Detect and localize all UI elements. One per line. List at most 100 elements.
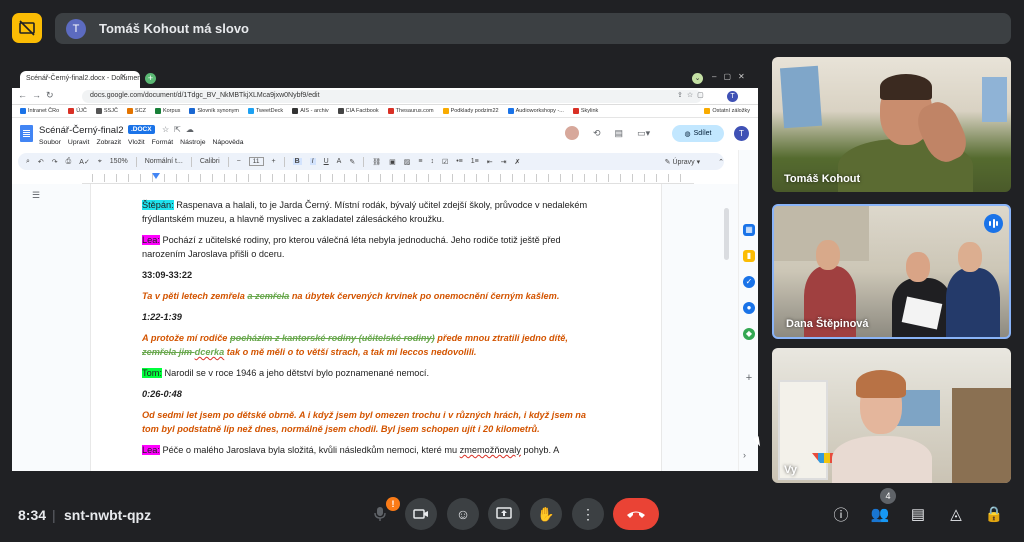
image-icon[interactable]: ▨	[404, 158, 411, 166]
side-panel-toggle-icon[interactable]: ›	[743, 450, 746, 460]
profile-avatar[interactable]: T	[727, 91, 738, 102]
collaborator-avatar[interactable]	[565, 126, 579, 140]
history-icon[interactable]: ⟲	[593, 128, 601, 139]
indent-icon[interactable]: ⇤	[487, 158, 493, 166]
present-screen-button[interactable]	[488, 498, 520, 530]
share-button[interactable]: ◍ Sdílet	[672, 125, 724, 142]
activities-button[interactable]: ◬	[945, 503, 967, 525]
highlight-icon[interactable]: ✎	[349, 158, 355, 166]
outline-icon[interactable]: ☰	[32, 190, 40, 201]
comment-icon[interactable]: ▣	[389, 158, 396, 166]
print-icon[interactable]: ⎙	[66, 158, 72, 166]
bookmark-item[interactable]: Intranet ČRo	[20, 108, 59, 114]
self-view-tile[interactable]: Vy	[772, 348, 1011, 483]
zoom-select[interactable]: 150%	[110, 158, 128, 165]
menu-napoveda[interactable]: Nápověda	[212, 139, 243, 146]
bookmark-item[interactable]: Skylink	[572, 108, 598, 114]
address-bar[interactable]: docs.google.com/document/d/1Tdgc_BV_NkMB…	[82, 90, 702, 103]
comments-icon[interactable]: ▤	[615, 128, 624, 139]
bookmark-item[interactable]: CIA Factbook	[337, 108, 379, 114]
bookmark-item[interactable]: SCZ	[126, 108, 146, 114]
nav-back-forward-reload-icon[interactable]: ←→↻	[18, 90, 59, 101]
meet-camera-icon[interactable]: ▭▾	[637, 128, 650, 139]
bold-icon[interactable]: B	[292, 158, 302, 165]
clear-format-icon[interactable]: ✗	[515, 158, 521, 166]
checklist-icon[interactable]: ☑	[442, 158, 448, 166]
chat-button[interactable]: ▤	[907, 503, 929, 525]
bookmark-item[interactable]: AIS - archiv	[292, 108, 329, 114]
line-spacing-icon[interactable]: ↕	[430, 158, 434, 165]
menu-nastroje[interactable]: Nástroje	[180, 139, 205, 146]
font-size-input[interactable]: 11	[248, 157, 264, 166]
reactions-button[interactable]: ☺	[447, 498, 479, 530]
menu-soubor[interactable]: Soubor	[39, 139, 61, 146]
docs-header: Scénář-Černý-final2 .DOCX ☆⇱☁ Soubor Upr…	[12, 118, 758, 150]
speaker-label: Lea:	[142, 445, 160, 455]
menu-vlozit[interactable]: Vložit	[128, 139, 145, 146]
italic-icon[interactable]: I	[309, 158, 316, 165]
contacts-icon[interactable]: ●	[743, 302, 755, 314]
keep-icon[interactable]: ▮	[743, 250, 755, 262]
star-move-cloud-icon[interactable]: ☆⇱☁	[162, 125, 199, 134]
document-scrollbar[interactable]	[724, 208, 729, 260]
editing-mode-select[interactable]: ✎ Úpravy ▾	[665, 158, 700, 166]
bullets-icon[interactable]: •≡	[456, 158, 463, 165]
bookmark-item[interactable]: Podklady podzim22	[442, 108, 499, 114]
document-text[interactable]: Štěpán: Raspenava a halali, to je Jarda …	[142, 198, 590, 464]
stop-presenting-button[interactable]	[12, 13, 42, 43]
mic-warning-badge[interactable]: !	[386, 497, 400, 511]
participant-face	[816, 240, 840, 270]
tab-close-icon[interactable]: ✕	[120, 72, 127, 81]
ruler[interactable]	[82, 174, 694, 184]
collapse-toolbar-icon[interactable]: ⌃	[718, 158, 724, 166]
paint-format-icon[interactable]: ⌖	[98, 158, 102, 166]
decrease-font-icon[interactable]: −	[237, 158, 241, 165]
meeting-details-button[interactable]: ⓘ	[830, 503, 852, 525]
add-ons-icon[interactable]: +	[743, 372, 755, 384]
account-avatar[interactable]: T	[734, 126, 749, 141]
participant-tile-active-speaker[interactable]: Dana Štěpinová	[772, 204, 1011, 339]
bookmark-item[interactable]: ÚJČ	[68, 108, 87, 114]
numbered-list-icon[interactable]: 1≡	[471, 158, 479, 165]
bookmark-star-icon[interactable]: ⇪☆▢	[677, 91, 708, 99]
text-color-icon[interactable]: A	[337, 158, 342, 165]
menu-format[interactable]: Formát	[152, 139, 174, 146]
leave-call-button[interactable]	[613, 498, 659, 530]
window-controls[interactable]: –▢✕	[712, 72, 752, 81]
bookmark-item[interactable]: Audioworkshopy -...	[507, 108, 564, 114]
more-options-button[interactable]: ⋮	[572, 498, 604, 530]
people-button[interactable]: 👥	[869, 503, 891, 525]
tasks-icon[interactable]: ✓	[743, 276, 755, 288]
underline-icon[interactable]: U	[324, 158, 329, 165]
search-menus-icon[interactable]: ⌕	[26, 158, 30, 166]
participant-tile[interactable]: Tomáš Kohout	[772, 57, 1011, 192]
bookmark-item[interactable]: Slovník synonym	[189, 108, 239, 114]
increase-font-icon[interactable]: +	[272, 158, 276, 165]
bookmark-item[interactable]: TweetDeck	[247, 108, 283, 114]
style-select[interactable]: Normální t...	[145, 158, 183, 165]
host-controls-button[interactable]: 🔒	[983, 503, 1005, 525]
align-icon[interactable]: ≡	[418, 158, 422, 165]
document-title[interactable]: Scénář-Černý-final2	[39, 125, 123, 136]
bookmark-item[interactable]: SSJČ	[95, 108, 118, 114]
maps-icon[interactable]: ◆	[743, 328, 755, 340]
menu-upravit[interactable]: Upravit	[68, 139, 90, 146]
raise-hand-button[interactable]: ✋	[530, 498, 562, 530]
bookmark-item[interactable]: Thesaurus.com	[387, 108, 434, 114]
tab-search-icon[interactable]: ⌄	[692, 73, 703, 84]
font-select[interactable]: Calibri	[200, 158, 220, 165]
redo-icon[interactable]: ↷	[52, 158, 58, 166]
other-bookmarks[interactable]: Ostatní záložky	[704, 108, 750, 114]
menu-zobrazit[interactable]: Zobrazit	[96, 139, 121, 146]
chat-icon: ▤	[910, 506, 926, 523]
calendar-icon[interactable]: ▦	[743, 224, 755, 236]
link-icon[interactable]: ⛓	[372, 158, 381, 166]
indent-marker[interactable]	[152, 173, 160, 179]
camera-button[interactable]	[405, 498, 437, 530]
undo-icon[interactable]: ↶	[38, 158, 44, 166]
bookmark-item[interactable]: Korpus	[154, 108, 180, 114]
spellcheck-icon[interactable]: A✓	[79, 158, 90, 166]
new-tab-button[interactable]: +	[145, 73, 156, 84]
docs-logo-icon[interactable]	[20, 125, 33, 142]
outdent-icon[interactable]: ⇥	[501, 158, 507, 166]
